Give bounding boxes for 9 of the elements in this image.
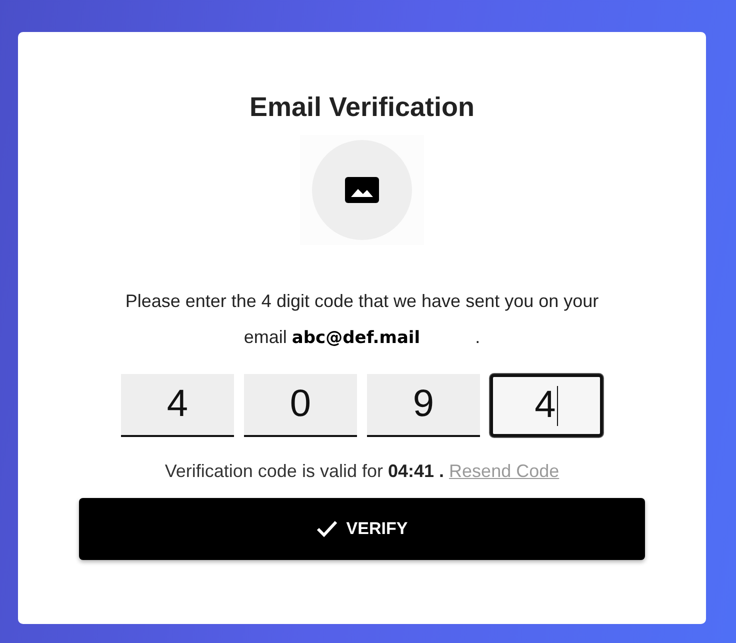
code-digit-field[interactable]: 4	[490, 374, 603, 437]
validity-text: Verification code is valid for 04:41 . Resend Code	[164, 461, 560, 482]
verify-button[interactable]: VERIFY	[79, 498, 645, 560]
code-digit-field[interactable]: 0	[244, 374, 357, 437]
check-icon	[316, 520, 338, 538]
page-title: Email Verification	[249, 92, 475, 123]
code-digit-field[interactable]: 4	[121, 374, 234, 437]
code-digit-field[interactable]: 9	[367, 374, 480, 437]
instruction-text: Please enter the 4 digit code that we have sent you on your email abc@def.mail .	[124, 290, 600, 350]
